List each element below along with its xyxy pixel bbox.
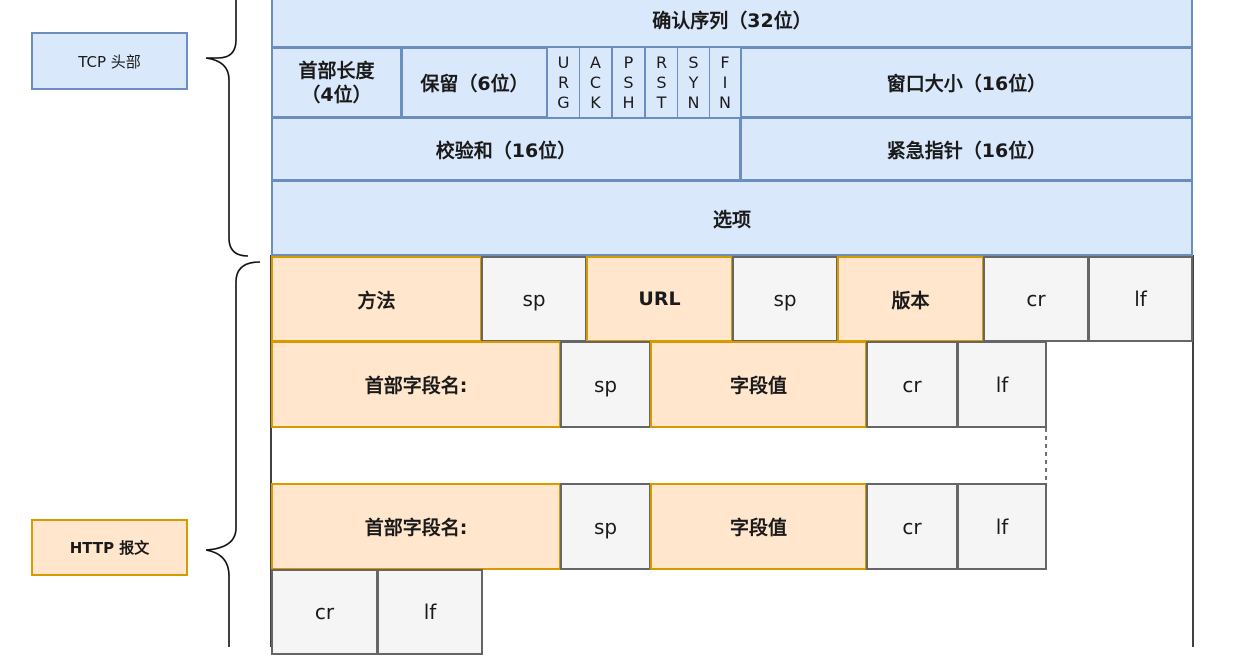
header-sp-2: sp [560, 483, 651, 570]
reserved-field: 保留（6位） [401, 47, 548, 118]
header-length-line2: （4位） [301, 83, 372, 106]
urgent-pointer-field: 紧急指针（16位） [740, 117, 1193, 181]
request-line-lf: lf [1088, 256, 1193, 342]
tcp-flag-rst: RST [645, 47, 678, 118]
tcp-flag-letter: R [557, 72, 570, 92]
tcp-flag-ack: ACK [579, 47, 612, 118]
tcp-flag-letter: C [589, 72, 602, 92]
request-line-sp-2: sp [732, 256, 838, 342]
tcp-flag-letter: H [622, 92, 635, 112]
header-sp-1: sp [560, 341, 651, 428]
header-cr-2: cr [866, 483, 958, 570]
tcp-flag-letter: P [623, 52, 634, 72]
tcp-flag-letter: S [656, 72, 667, 92]
tcp-flag-letter: Y [688, 72, 699, 92]
header-lf-1: lf [957, 341, 1047, 428]
request-line-sp-1: sp [481, 256, 587, 342]
tcp-flag-letter: N [719, 92, 731, 112]
header-lf-2: lf [957, 483, 1047, 570]
http-brace [205, 261, 261, 647]
header-name-field-2: 首部字段名: [271, 483, 561, 570]
tcp-flag-syn: SYN [677, 47, 710, 118]
ack-sequence-field: 确认序列（32位） [271, 0, 1193, 48]
header-length-field: 首部长度 （4位） [271, 47, 402, 118]
tcp-flag-letter: A [590, 52, 601, 72]
tcp-flag-fin: FIN [709, 47, 741, 118]
header-cr-1: cr [866, 341, 958, 428]
blank-line-cr: cr [271, 569, 378, 655]
header-length-line1: 首部长度 [298, 59, 375, 82]
tcp-flag-letter: S [688, 52, 699, 72]
tcp-flag-letter: K [590, 92, 601, 112]
tcp-flag-urg: URG [547, 47, 580, 118]
header-name-field-1: 首部字段名: [271, 341, 561, 428]
blank-line-lf: lf [377, 569, 483, 655]
request-line-cr: cr [983, 256, 1089, 342]
tcp-header-label: TCP 头部 [31, 32, 188, 90]
header-value-field-1: 字段值 [650, 341, 867, 428]
tcp-flag-letter: I [722, 72, 728, 92]
tcp-brace [205, 0, 249, 257]
tcp-flag-letter: S [623, 72, 634, 92]
tcp-flag-letter: F [720, 52, 730, 72]
tcp-flag-letter: T [656, 92, 667, 112]
tcp-flag-letter: U [557, 52, 570, 72]
options-field: 选项 [271, 180, 1193, 256]
tcp-flag-letter: N [687, 92, 700, 112]
tcp-flag-letter: R [655, 52, 668, 72]
method-field: 方法 [271, 256, 482, 342]
window-size-field: 窗口大小（16位） [740, 47, 1193, 118]
url-field: URL [586, 256, 733, 342]
tcp-flag-psh: PSH [612, 47, 645, 118]
http-message-label: HTTP 报文 [31, 519, 188, 576]
version-field: 版本 [837, 256, 984, 342]
header-value-field-2: 字段值 [650, 483, 867, 570]
checksum-field: 校验和（16位） [271, 117, 741, 181]
tcp-flag-letter: G [557, 92, 570, 112]
